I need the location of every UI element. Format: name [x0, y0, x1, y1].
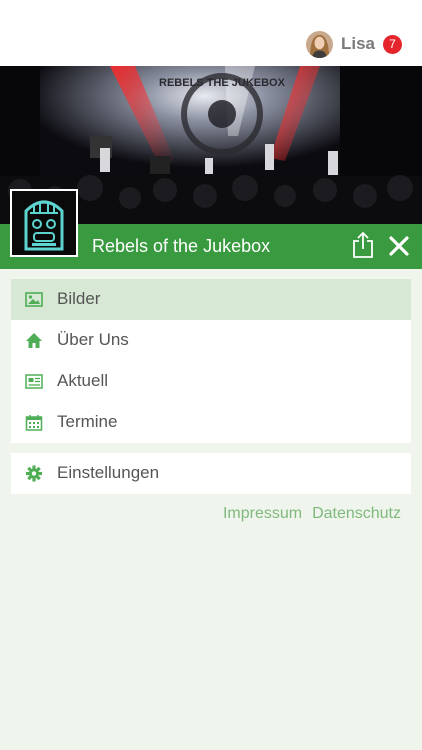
- menu-item-ueber-uns[interactable]: Über Uns: [11, 320, 411, 361]
- top-bar: Lisa 7: [0, 0, 422, 66]
- menu-label: Aktuell: [57, 371, 109, 390]
- calendar-icon: [25, 415, 43, 431]
- menu-label: Einstellungen: [57, 463, 160, 482]
- band-logo: [10, 189, 78, 257]
- menu-item-bilder[interactable]: Bilder: [11, 279, 411, 320]
- menu-item-einstellungen[interactable]: Einstellungen: [11, 453, 411, 494]
- home-icon: [26, 333, 42, 348]
- close-icon[interactable]: [388, 235, 410, 257]
- user-name[interactable]: Lisa: [341, 34, 375, 54]
- share-icon[interactable]: [351, 231, 375, 259]
- menu-label: Bilder: [57, 289, 101, 308]
- notification-badge[interactable]: 7: [383, 34, 402, 54]
- user-profile[interactable]: Lisa 7: [305, 29, 402, 59]
- banner-text: REBELS THE JUKEBOX: [159, 77, 286, 89]
- image-icon: [25, 292, 43, 307]
- datenschutz-link[interactable]: Datenschutz: [312, 505, 401, 523]
- avatar[interactable]: [305, 30, 333, 58]
- impressum-link[interactable]: Impressum: [223, 505, 302, 523]
- newspaper-icon: [25, 374, 43, 389]
- footer-links: Impressum Datenschutz: [223, 505, 401, 523]
- menu-item-aktuell[interactable]: Aktuell: [11, 361, 411, 402]
- menu-item-termine[interactable]: Termine: [11, 402, 411, 443]
- menu-label: Über Uns: [57, 330, 129, 349]
- band-name: Rebels of the Jukebox: [92, 236, 271, 256]
- gear-icon: [26, 465, 42, 482]
- settings-menu: Einstellungen: [11, 453, 411, 494]
- main-menu: Bilder Über Uns Aktuell Termine: [11, 279, 411, 443]
- menu-label: Termine: [57, 412, 118, 431]
